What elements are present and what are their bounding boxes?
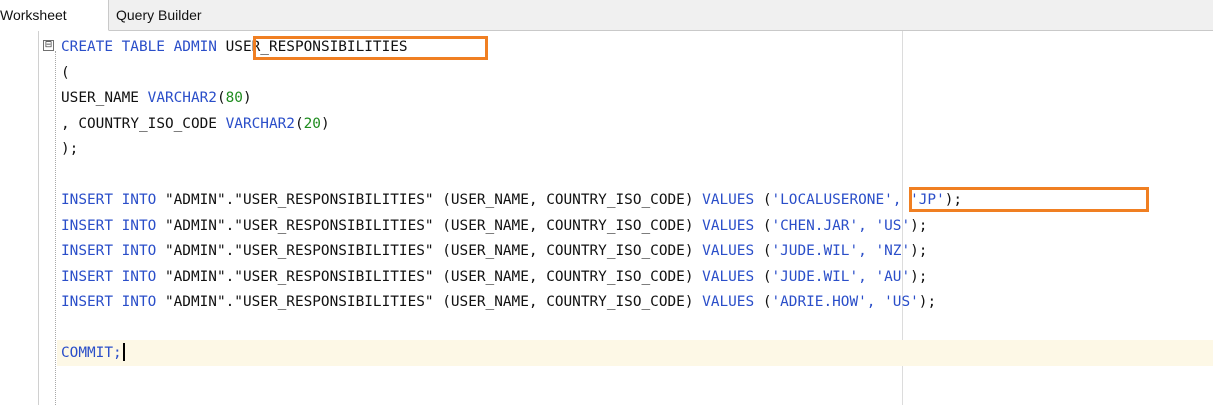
column-name: COUNTRY_ISO_CODE — [78, 116, 217, 132]
insert-values: 'CHEN.JAR', 'US' — [771, 218, 911, 234]
insert-target: "ADMIN"."USER_RESPONSIBILITIES" (USER_NA… — [164, 294, 694, 310]
insert-keyword: INSERT INTO — [61, 294, 157, 310]
close-paren: ); — [61, 141, 79, 157]
code-line-4: , COUNTRY_ISO_CODE VARCHAR2(20) — [61, 114, 330, 134]
values-keyword: VALUES — [702, 218, 755, 234]
insert-keyword: INSERT INTO — [61, 192, 157, 208]
insert-keyword: INSERT INTO — [61, 243, 157, 259]
tab-bar: Worksheet Query Builder — [0, 0, 1213, 31]
gutter-divider — [38, 31, 39, 405]
create-table-keyword: CREATE TABLE — [61, 39, 165, 55]
values-close: ); — [918, 294, 937, 310]
collapse-icon[interactable]: ⊟ — [43, 40, 54, 51]
commit-line: COMMIT; — [61, 343, 125, 363]
code-line-5: ); — [61, 139, 78, 159]
insert-line-5: INSERT INTO "ADMIN"."USER_RESPONSIBILITI… — [61, 292, 936, 312]
current-line-highlight — [57, 340, 1213, 366]
insert-keyword: INSERT INTO — [61, 218, 157, 234]
size-open: ( — [216, 90, 226, 106]
text-cursor — [122, 343, 125, 361]
column-size: 20 — [303, 116, 321, 132]
values-close: ); — [910, 269, 928, 285]
tab-worksheet[interactable]: Worksheet — [0, 0, 109, 31]
code-line-3: USER_NAME VARCHAR2(80) — [61, 88, 252, 108]
comma: , — [61, 116, 70, 132]
insert-target: "ADMIN"."USER_RESPONSIBILITIES" (USER_NA… — [164, 269, 694, 285]
code-line-2: ( — [61, 63, 70, 83]
insert-line-1: INSERT INTO "ADMIN"."USER_RESPONSIBILITI… — [61, 190, 962, 210]
column-name: USER_NAME — [61, 90, 139, 106]
commit-keyword: COMMIT; — [61, 345, 122, 361]
values-keyword: VALUES — [702, 269, 755, 285]
fold-guide — [55, 51, 56, 405]
values-keyword: VALUES — [702, 243, 755, 259]
values-highlight — [909, 187, 1149, 212]
insert-values: 'JUDE.WIL', 'NZ' — [771, 243, 911, 259]
insert-target: "ADMIN"."USER_RESPONSIBILITIES" (USER_NA… — [164, 192, 694, 208]
values-keyword: VALUES — [702, 192, 755, 208]
sql-editor[interactable]: ⊟ CREATE TABLE ADMIN USER_RESPONSIBILITI… — [0, 31, 1213, 405]
column-type: VARCHAR2 — [147, 90, 217, 106]
insert-target: "ADMIN"."USER_RESPONSIBILITIES" (USER_NA… — [164, 218, 694, 234]
insert-values: 'JUDE.WIL', 'AU' — [771, 269, 911, 285]
insert-target: "ADMIN"."USER_RESPONSIBILITIES" (USER_NA… — [164, 243, 694, 259]
insert-line-2: INSERT INTO "ADMIN"."USER_RESPONSIBILITI… — [61, 216, 927, 236]
open-paren: ( — [61, 65, 70, 81]
values-close: ); — [910, 243, 928, 259]
schema-name: ADMIN — [173, 39, 217, 55]
tab-query-builder[interactable]: Query Builder — [116, 0, 202, 30]
table-name-highlight — [253, 36, 488, 60]
values-close: ); — [910, 218, 928, 234]
column-size: 80 — [225, 90, 243, 106]
size-close: ) — [242, 90, 252, 106]
insert-line-4: INSERT INTO "ADMIN"."USER_RESPONSIBILITI… — [61, 267, 927, 287]
values-keyword: VALUES — [702, 294, 755, 310]
insert-line-3: INSERT INTO "ADMIN"."USER_RESPONSIBILITI… — [61, 241, 927, 261]
insert-keyword: INSERT INTO — [61, 269, 157, 285]
size-open: ( — [294, 116, 304, 132]
column-type: VARCHAR2 — [225, 116, 295, 132]
size-close: ) — [320, 116, 330, 132]
insert-values: 'ADRIE.HOW', 'US' — [771, 294, 919, 310]
